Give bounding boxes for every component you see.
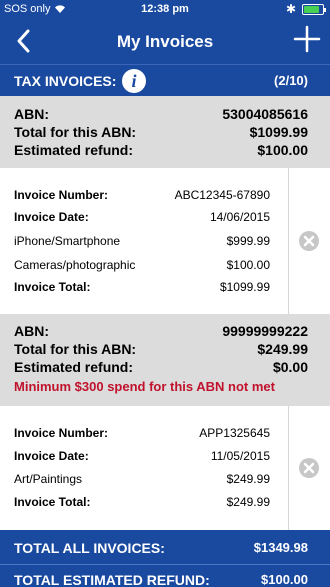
abn-warning: Minimum $300 spend for this ABN not met xyxy=(14,379,275,394)
abn-total-label: Total for this ABN: xyxy=(14,341,137,357)
divider xyxy=(288,168,289,314)
abn-label: ABN: xyxy=(14,323,49,339)
abn-total-value: $1099.99 xyxy=(249,124,308,140)
abn-refund-label: Estimated refund: xyxy=(14,359,134,375)
invoice-number-label: Invoice Number: xyxy=(14,188,109,202)
invoice-number-value: ABC12345-67890 xyxy=(174,188,270,202)
invoice-date-value: 14/06/2015 xyxy=(209,210,270,224)
total-all-invoices-label: TOTAL ALL INVOICES: xyxy=(14,540,165,556)
abn-refund-value: $0.00 xyxy=(272,359,308,375)
delete-invoice-icon[interactable] xyxy=(298,230,320,252)
battery-level xyxy=(304,6,319,13)
invoice-total-row: Invoice Total: $249.99 xyxy=(14,495,270,511)
divider xyxy=(288,406,289,530)
invoice-item-name: Art/Paintings xyxy=(14,472,83,486)
abn-value: 99999999222 xyxy=(222,323,308,339)
abn-summary: ABN: 53004085616 Total for this ABN: $10… xyxy=(0,96,330,168)
status-bar: SOS only 12:38 pm ✱ xyxy=(0,0,330,20)
abn-row: ABN: 99999999222 xyxy=(14,323,308,341)
invoice-date-label: Invoice Date: xyxy=(14,210,89,224)
invoice-total-label: Invoice Total: xyxy=(14,280,91,294)
total-all-invoices-value: $1349.98 xyxy=(253,540,308,555)
abn-refund-label: Estimated refund: xyxy=(14,142,134,158)
total-estimated-refund-value: $100.00 xyxy=(261,572,308,587)
invoice-card[interactable]: Invoice Number: ABC12345-67890 Invoice D… xyxy=(0,168,330,314)
invoice-item-amount: $999.99 xyxy=(226,234,270,248)
abn-value: 53004085616 xyxy=(222,106,308,122)
invoice-number-label: Invoice Number: xyxy=(14,426,109,440)
invoice-count: (2/10) xyxy=(274,73,308,88)
abn-refund-row: Estimated refund: $100.00 xyxy=(14,142,308,160)
abn-row: ABN: 53004085616 xyxy=(14,106,308,124)
invoice-number-row: Invoice Number: APP1325645 xyxy=(14,426,270,442)
info-icon[interactable]: i xyxy=(122,69,146,93)
invoice-item-name: iPhone/Smartphone xyxy=(14,234,121,248)
abn-summary: ABN: 99999999222 Total for this ABN: $24… xyxy=(0,314,330,406)
invoice-number-row: Invoice Number: ABC12345-67890 xyxy=(14,188,270,204)
invoice-total-value: $249.99 xyxy=(226,495,270,509)
invoice-date-row: Invoice Date: 11/05/2015 xyxy=(14,449,270,465)
invoice-card[interactable]: Invoice Number: APP1325645 Invoice Date:… xyxy=(0,406,330,530)
invoice-item-amount: $249.99 xyxy=(226,472,270,486)
invoice-number-value: APP1325645 xyxy=(199,426,270,440)
page-title: My Invoices xyxy=(116,32,214,51)
abn-refund-row: Estimated refund: $0.00 xyxy=(14,359,308,377)
tax-invoices-bar: TAX INVOICES: i (2/10) xyxy=(0,64,330,96)
total-estimated-refund-bar: TOTAL ESTIMATED REFUND: $100.00 xyxy=(0,565,330,587)
add-invoice-button[interactable] xyxy=(292,24,322,54)
invoice-item-row: Art/Paintings $249.99 xyxy=(14,472,270,488)
status-time: 12:38 pm xyxy=(141,3,189,15)
abn-total-row: Total for this ABN: $1099.99 xyxy=(14,124,308,142)
invoice-item-row: iPhone/Smartphone $999.99 xyxy=(14,234,270,250)
invoice-date-row: Invoice Date: 14/06/2015 xyxy=(14,210,270,226)
navigation-bar: My Invoices xyxy=(0,20,330,64)
invoice-date-value: 11/05/2015 xyxy=(210,449,270,463)
delete-invoice-icon[interactable] xyxy=(298,457,320,479)
total-estimated-refund-label: TOTAL ESTIMATED REFUND: xyxy=(14,572,210,587)
invoice-item-row: Cameras/photographic $100.00 xyxy=(14,258,270,274)
invoice-total-label: Invoice Total: xyxy=(14,495,91,509)
abn-total-label: Total for this ABN: xyxy=(14,124,137,140)
abn-total-value: $249.99 xyxy=(257,341,308,357)
invoice-item-name: Cameras/photographic xyxy=(14,258,136,272)
battery-icon xyxy=(302,4,326,15)
invoice-total-row: Invoice Total: $1099.99 xyxy=(14,280,270,296)
invoice-date-label: Invoice Date: xyxy=(14,449,89,463)
tax-invoices-label: TAX INVOICES: xyxy=(14,73,117,89)
header: SOS only 12:38 pm ✱ My Invoices xyxy=(0,0,330,64)
abn-refund-value: $100.00 xyxy=(257,142,308,158)
invoice-total-value: $1099.99 xyxy=(219,280,270,294)
abn-label: ABN: xyxy=(14,106,49,122)
plus-icon xyxy=(293,25,321,53)
abn-total-row: Total for this ABN: $249.99 xyxy=(14,341,308,359)
invoice-item-amount: $100.00 xyxy=(226,258,270,272)
bluetooth-icon: ✱ xyxy=(285,2,296,16)
total-all-invoices-bar: TOTAL ALL INVOICES: $1349.98 xyxy=(0,530,330,564)
